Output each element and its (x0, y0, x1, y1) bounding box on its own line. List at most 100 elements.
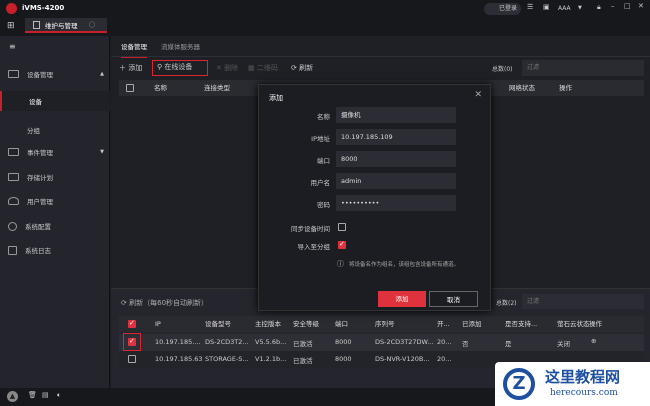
cancel-button[interactable]: 取消 (429, 291, 478, 307)
cell-ip: 10.197.185.... (155, 338, 201, 346)
cell-serial: DS-NVR-V120B... (375, 355, 430, 363)
speaker-icon[interactable]: 🔈︎ (57, 391, 61, 400)
column-connection-type[interactable]: 连接类型 (204, 80, 230, 96)
online-refresh-button[interactable]: ⟳ 刷新（每60秒自动刷新） (121, 298, 208, 308)
sidebar-item-device-management[interactable]: 设备管理 ▲ (0, 64, 110, 84)
login-label: 已登录 (498, 5, 517, 12)
cell-model: STORAGE-S... (205, 355, 249, 363)
maximize-icon[interactable]: □ (624, 2, 631, 10)
column-network-status[interactable]: 网络状态 (509, 80, 535, 96)
sidebar-item-log[interactable]: 系统日志 (0, 240, 110, 260)
chevron-down-icon: ▼ (100, 149, 104, 155)
online-label: 在线设备 (164, 63, 193, 71)
column-ip[interactable]: IP (155, 316, 161, 332)
app-logo-icon (6, 3, 17, 14)
select-all-checkbox[interactable] (126, 84, 134, 92)
column-name[interactable]: 名称 (154, 80, 167, 96)
search-icon: ⚲ (157, 63, 163, 71)
sidebar-item-settings[interactable]: 系统配置 (0, 216, 110, 236)
chevron-down-icon[interactable]: ▼ (578, 5, 582, 11)
cell-security: 已激活 (293, 340, 313, 348)
alert-icon[interactable]: ▲ (7, 391, 18, 402)
online-filter-input[interactable]: 过滤 (522, 294, 644, 309)
cell-port: 8000 (335, 338, 352, 346)
column-start-time[interactable]: 开... (437, 316, 450, 332)
close-icon[interactable]: ✕ (474, 90, 482, 100)
qr-button[interactable]: ▦ 二维码 (248, 63, 278, 73)
sidebar-item-users[interactable]: 用户管理 (0, 191, 110, 211)
close-icon[interactable]: ✕ (638, 2, 644, 10)
filter-placeholder: 过滤 (527, 298, 540, 305)
column-model[interactable]: 设备型号 (205, 316, 231, 332)
column-operation[interactable]: 操作 (559, 80, 572, 96)
watermark-url: herecours.com (550, 388, 618, 398)
column-security[interactable]: 安全等级 (293, 316, 319, 332)
online-total-count: 总数(2) (496, 300, 517, 307)
column-operation[interactable]: 操作 (589, 316, 602, 332)
sidebar-item-group[interactable]: 分组 (0, 120, 110, 140)
cell-security: 已激活 (293, 357, 313, 365)
lock-icon[interactable]: 🔒︎ (597, 3, 601, 12)
sidebar-label: 设备 (29, 98, 42, 106)
event-icon (8, 148, 19, 156)
app-title: iVMS-4200 (22, 4, 65, 12)
table-row[interactable]: 10.197.185.... DS-2CD3T2... V5.5.6b... 已激活 8… (119, 333, 644, 351)
delete-button[interactable]: ✕ 删除 (216, 63, 238, 73)
field-input[interactable]: 8000 (336, 151, 456, 167)
field-label: 端口 (317, 157, 330, 165)
column-support[interactable]: 是否支持... (505, 316, 537, 332)
cell-model: DS-2CD3T2... (205, 338, 249, 346)
device-icon (8, 70, 19, 78)
confirm-add-button[interactable]: 添加 (378, 291, 426, 307)
row-checkbox[interactable] (128, 355, 136, 363)
cell-version: V1.2.1b... (255, 355, 287, 363)
import-group-label: 导入至分组 (297, 243, 331, 251)
field-input[interactable]: 摄像机 (336, 107, 456, 123)
online-table-header: IP 设备型号 主控版本 安全等级 端口 序列号 开... 已添加 是否支持..… (119, 316, 644, 332)
refresh-button[interactable]: ⟳ 刷新 (291, 63, 313, 73)
checkbox-highlight (123, 333, 141, 351)
sidebar-item-event[interactable]: 事件管理 ▼ (0, 142, 110, 162)
field-input[interactable]: •••••••••• (336, 195, 456, 211)
sidebar-item-device[interactable]: 设备 (0, 91, 110, 111)
tab-close-icon[interactable]: ◯ (89, 21, 96, 28)
plus-icon: ＋ (119, 64, 126, 72)
watermark-text: 这里教程网 (545, 368, 621, 386)
select-all-checkbox[interactable] (128, 319, 136, 328)
trash-icon[interactable]: 🗑︎ (28, 391, 37, 399)
cell-ip: 10.197.185.63 (155, 355, 203, 363)
cell-start: 20... (437, 355, 452, 363)
import-group-checkbox[interactable] (338, 240, 346, 249)
login-status[interactable]: 已登录 (484, 3, 521, 15)
minimize-icon[interactable]: – (611, 2, 615, 10)
sidebar-item-storage[interactable]: 存储计划 (0, 167, 110, 187)
user-name[interactable]: AAA (558, 5, 571, 12)
layout-icon[interactable]: ▣ (543, 3, 550, 11)
add-button[interactable]: ＋ 添加 (119, 63, 142, 73)
screen-icon[interactable]: ▤ (42, 391, 49, 399)
field-input[interactable]: 10.197.185.109 (336, 129, 456, 145)
column-port[interactable]: 端口 (335, 316, 348, 332)
tab-maintenance[interactable]: 维护与管理 ◯ (25, 18, 107, 33)
cell-support: 是 (505, 340, 512, 348)
column-version[interactable]: 主控版本 (255, 316, 281, 332)
collapse-menu-icon[interactable]: ≡ (9, 42, 16, 51)
sidebar: ≡ 设备管理 ▲ 设备 分组 事件管理 ▼ 存储计划 用户管理 系统配置 系统日志 (0, 36, 110, 388)
column-added[interactable]: 已添加 (462, 316, 482, 332)
tab-stream-server[interactable]: 流媒体服务器 (161, 41, 200, 51)
filter-input[interactable]: 过滤 (522, 60, 644, 76)
column-serial[interactable]: 序列号 (375, 316, 395, 332)
sidebar-label: 分组 (27, 127, 40, 135)
ok-label: 添加 (395, 295, 409, 303)
operation-icon[interactable]: ⊕ (591, 337, 596, 345)
module-tab-bar: ⊞ 维护与管理 ◯ (0, 18, 650, 36)
sync-time-checkbox[interactable] (338, 223, 346, 231)
sidebar-label: 事件管理 (27, 149, 53, 157)
online-device-button[interactable]: ⚲ 在线设备 (152, 60, 208, 76)
grid-menu-icon[interactable]: ⊞ (7, 21, 15, 31)
field-input[interactable]: admin (336, 173, 456, 189)
list-icon[interactable]: ☰ (527, 3, 533, 11)
hint-text: 将设备名作为组名，该组包含设备所有通道。 (349, 262, 460, 268)
dialog-title: 添加 (269, 94, 283, 102)
column-cloud-status[interactable]: 萤石云状态 (557, 316, 590, 332)
